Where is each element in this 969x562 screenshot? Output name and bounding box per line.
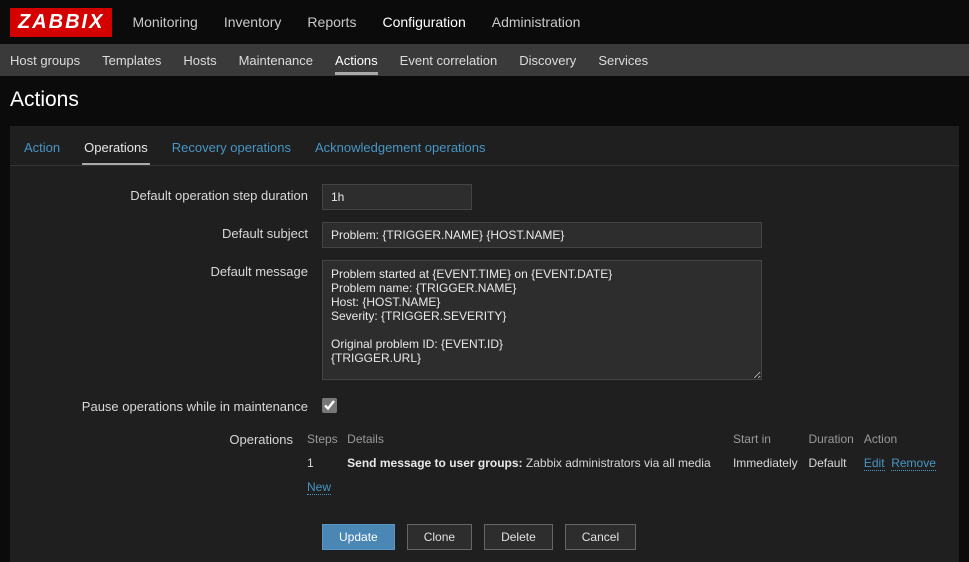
- details-rest: Zabbix administrators via all media: [523, 456, 711, 470]
- tab-acknowledgement-operations[interactable]: Acknowledgement operations: [313, 136, 488, 165]
- nav-monitoring[interactable]: Monitoring: [130, 2, 199, 42]
- top-bar: ZABBIX Monitoring Inventory Reports Conf…: [0, 0, 969, 44]
- subnav-host-groups[interactable]: Host groups: [10, 46, 80, 75]
- table-row: 1 Send message to user groups: Zabbix ad…: [307, 452, 947, 476]
- label-step-duration: Default operation step duration: [22, 184, 322, 203]
- edit-link[interactable]: Edit: [864, 456, 885, 471]
- nav-administration[interactable]: Administration: [490, 2, 583, 42]
- label-pause: Pause operations while in maintenance: [22, 395, 322, 414]
- details-prefix: Send message to user groups:: [347, 456, 522, 470]
- subnav-discovery[interactable]: Discovery: [519, 46, 576, 75]
- input-step-duration[interactable]: [322, 184, 472, 210]
- cell-duration: Default: [808, 452, 863, 476]
- button-row: Update Clone Delete Cancel: [322, 512, 947, 550]
- delete-button[interactable]: Delete: [484, 524, 553, 550]
- subnav-actions[interactable]: Actions: [335, 46, 378, 75]
- logo: ZABBIX: [10, 8, 112, 37]
- col-duration: Duration: [808, 428, 863, 452]
- label-default-message: Default message: [22, 260, 322, 279]
- remove-link[interactable]: Remove: [891, 456, 936, 471]
- tab-action[interactable]: Action: [22, 136, 62, 165]
- subnav-maintenance[interactable]: Maintenance: [239, 46, 313, 75]
- input-default-subject[interactable]: [322, 222, 762, 248]
- col-details: Details: [347, 428, 733, 452]
- sub-nav: Host groups Templates Hosts Maintenance …: [0, 44, 969, 76]
- subnav-event-correlation[interactable]: Event correlation: [400, 46, 498, 75]
- cell-steps: 1: [307, 452, 347, 476]
- form-tabs: Action Operations Recovery operations Ac…: [10, 126, 959, 166]
- tab-recovery-operations[interactable]: Recovery operations: [170, 136, 293, 165]
- col-action: Action: [864, 428, 947, 452]
- operations-table: Steps Details Start in Duration Action 1…: [307, 428, 947, 500]
- label-operations: Operations: [22, 428, 307, 447]
- textarea-default-message[interactable]: Problem started at {EVENT.TIME} on {EVEN…: [322, 260, 762, 380]
- new-operation-link[interactable]: New: [307, 480, 331, 495]
- subnav-templates[interactable]: Templates: [102, 46, 161, 75]
- cancel-button[interactable]: Cancel: [565, 524, 636, 550]
- subnav-services[interactable]: Services: [598, 46, 648, 75]
- checkbox-pause[interactable]: [322, 398, 337, 413]
- col-steps: Steps: [307, 428, 347, 452]
- top-nav: Monitoring Inventory Reports Configurati…: [130, 2, 582, 42]
- nav-inventory[interactable]: Inventory: [222, 2, 284, 42]
- tab-operations[interactable]: Operations: [82, 136, 150, 165]
- form-panel: Action Operations Recovery operations Ac…: [10, 126, 959, 562]
- page-title: Actions: [0, 76, 969, 126]
- cell-startin: Immediately: [733, 452, 808, 476]
- col-startin: Start in: [733, 428, 808, 452]
- nav-configuration[interactable]: Configuration: [380, 2, 467, 42]
- cell-action: Edit Remove: [864, 452, 947, 476]
- update-button[interactable]: Update: [322, 524, 395, 550]
- cell-details: Send message to user groups: Zabbix admi…: [347, 452, 733, 476]
- nav-reports[interactable]: Reports: [305, 2, 358, 42]
- clone-button[interactable]: Clone: [407, 524, 472, 550]
- operations-form: Default operation step duration Default …: [10, 166, 959, 562]
- subnav-hosts[interactable]: Hosts: [183, 46, 216, 75]
- label-default-subject: Default subject: [22, 222, 322, 241]
